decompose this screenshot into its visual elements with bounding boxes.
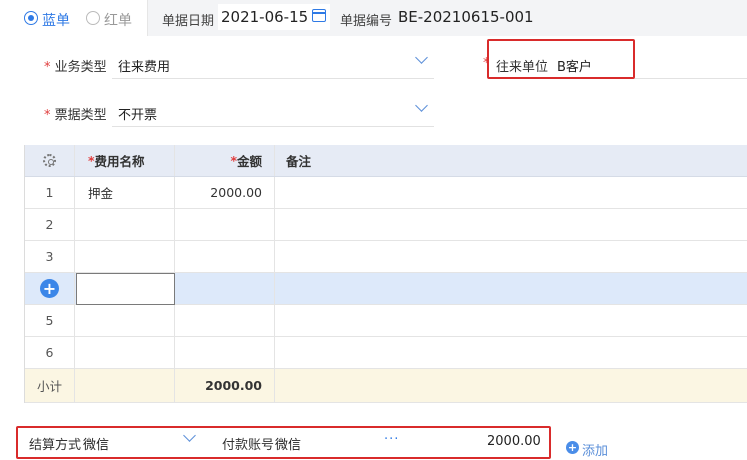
expense-name-cell[interactable]: 押金 (75, 177, 175, 208)
invoice-type-label: * 票据类型 (44, 108, 107, 123)
amount-cell[interactable] (175, 273, 275, 304)
add-row-cell[interactable]: + (25, 273, 75, 304)
row-number: 6 (25, 337, 75, 368)
doc-number-value: BE-20210615-001 (398, 8, 534, 26)
business-type-underline (112, 78, 434, 79)
subtotal-note-cell (275, 369, 747, 402)
red-doc-radio[interactable] (86, 11, 100, 25)
column-header-name: * 费用名称 (75, 145, 175, 176)
table-row: 6 (25, 337, 747, 369)
chevron-down-icon[interactable] (415, 51, 428, 64)
top-bar: 蓝单 红单 单据日期 2021-06-15 单据编号 BE-20210615-0… (0, 0, 747, 36)
row-number: 5 (25, 305, 75, 336)
expense-name-cell[interactable] (75, 305, 175, 336)
note-cell[interactable] (275, 337, 747, 368)
table-row: 3 (25, 241, 747, 273)
table-row: 2 (25, 209, 747, 241)
gear-icon[interactable] (43, 154, 56, 167)
doc-type-selector: 蓝单 红单 (0, 0, 148, 36)
business-type-label: * 业务类型 (44, 60, 107, 75)
business-type-value[interactable]: 往来费用 (118, 56, 170, 75)
note-cell[interactable] (275, 209, 747, 240)
red-doc-label[interactable]: 红单 (104, 10, 132, 30)
amount-cell[interactable]: 2000.00 (175, 177, 275, 208)
row-number: 3 (25, 241, 75, 272)
table-row: 5 (25, 305, 747, 337)
active-cell-editor[interactable] (76, 273, 175, 305)
amount-cell[interactable] (175, 209, 275, 240)
grid-header: * 费用名称 * 金额 备注 (25, 145, 747, 177)
column-header-amount: * 金额 (175, 145, 275, 176)
date-label: 单据日期 (162, 14, 215, 29)
subtotal-row: 小计 2000.00 (25, 369, 747, 403)
date-value[interactable]: 2021-06-15 (221, 8, 308, 26)
expense-grid: * 费用名称 * 金额 备注 1 押金 2000.00 2 3 + 5 6 小计… (24, 145, 747, 403)
invoice-type-underline (112, 126, 434, 127)
amount-cell[interactable] (175, 241, 275, 272)
table-row: 1 押金 2000.00 (25, 177, 747, 209)
expense-name-cell[interactable] (75, 337, 175, 368)
blue-doc-radio[interactable] (24, 11, 38, 25)
amount-cell[interactable] (175, 305, 275, 336)
column-header-note: 备注 (286, 154, 312, 169)
note-cell[interactable] (275, 241, 747, 272)
row-number: 1 (25, 177, 75, 208)
subtotal-label: 小计 (25, 369, 75, 402)
plus-icon[interactable]: + (566, 441, 579, 454)
grid-settings[interactable] (25, 145, 75, 176)
note-cell[interactable] (275, 177, 747, 208)
add-settlement-button[interactable]: 添加 (582, 440, 608, 459)
note-cell[interactable] (275, 273, 747, 304)
chevron-down-icon[interactable] (415, 99, 428, 112)
expense-name-cell[interactable] (75, 241, 175, 272)
note-cell[interactable] (275, 305, 747, 336)
doc-number-label: 单据编号 (340, 14, 393, 29)
table-row-active: + (25, 273, 747, 305)
blue-doc-label[interactable]: 蓝单 (42, 10, 70, 30)
add-row-icon[interactable]: + (40, 279, 59, 298)
subtotal-name-cell (75, 369, 175, 402)
subtotal-amount: 2000.00 (175, 369, 275, 402)
amount-cell[interactable] (175, 337, 275, 368)
settlement-highlight-box (16, 426, 551, 459)
counterparty-highlight-box (487, 39, 635, 79)
expense-name-cell[interactable] (75, 209, 175, 240)
row-number: 2 (25, 209, 75, 240)
calendar-icon[interactable] (312, 9, 326, 22)
invoice-type-value[interactable]: 不开票 (118, 104, 157, 123)
